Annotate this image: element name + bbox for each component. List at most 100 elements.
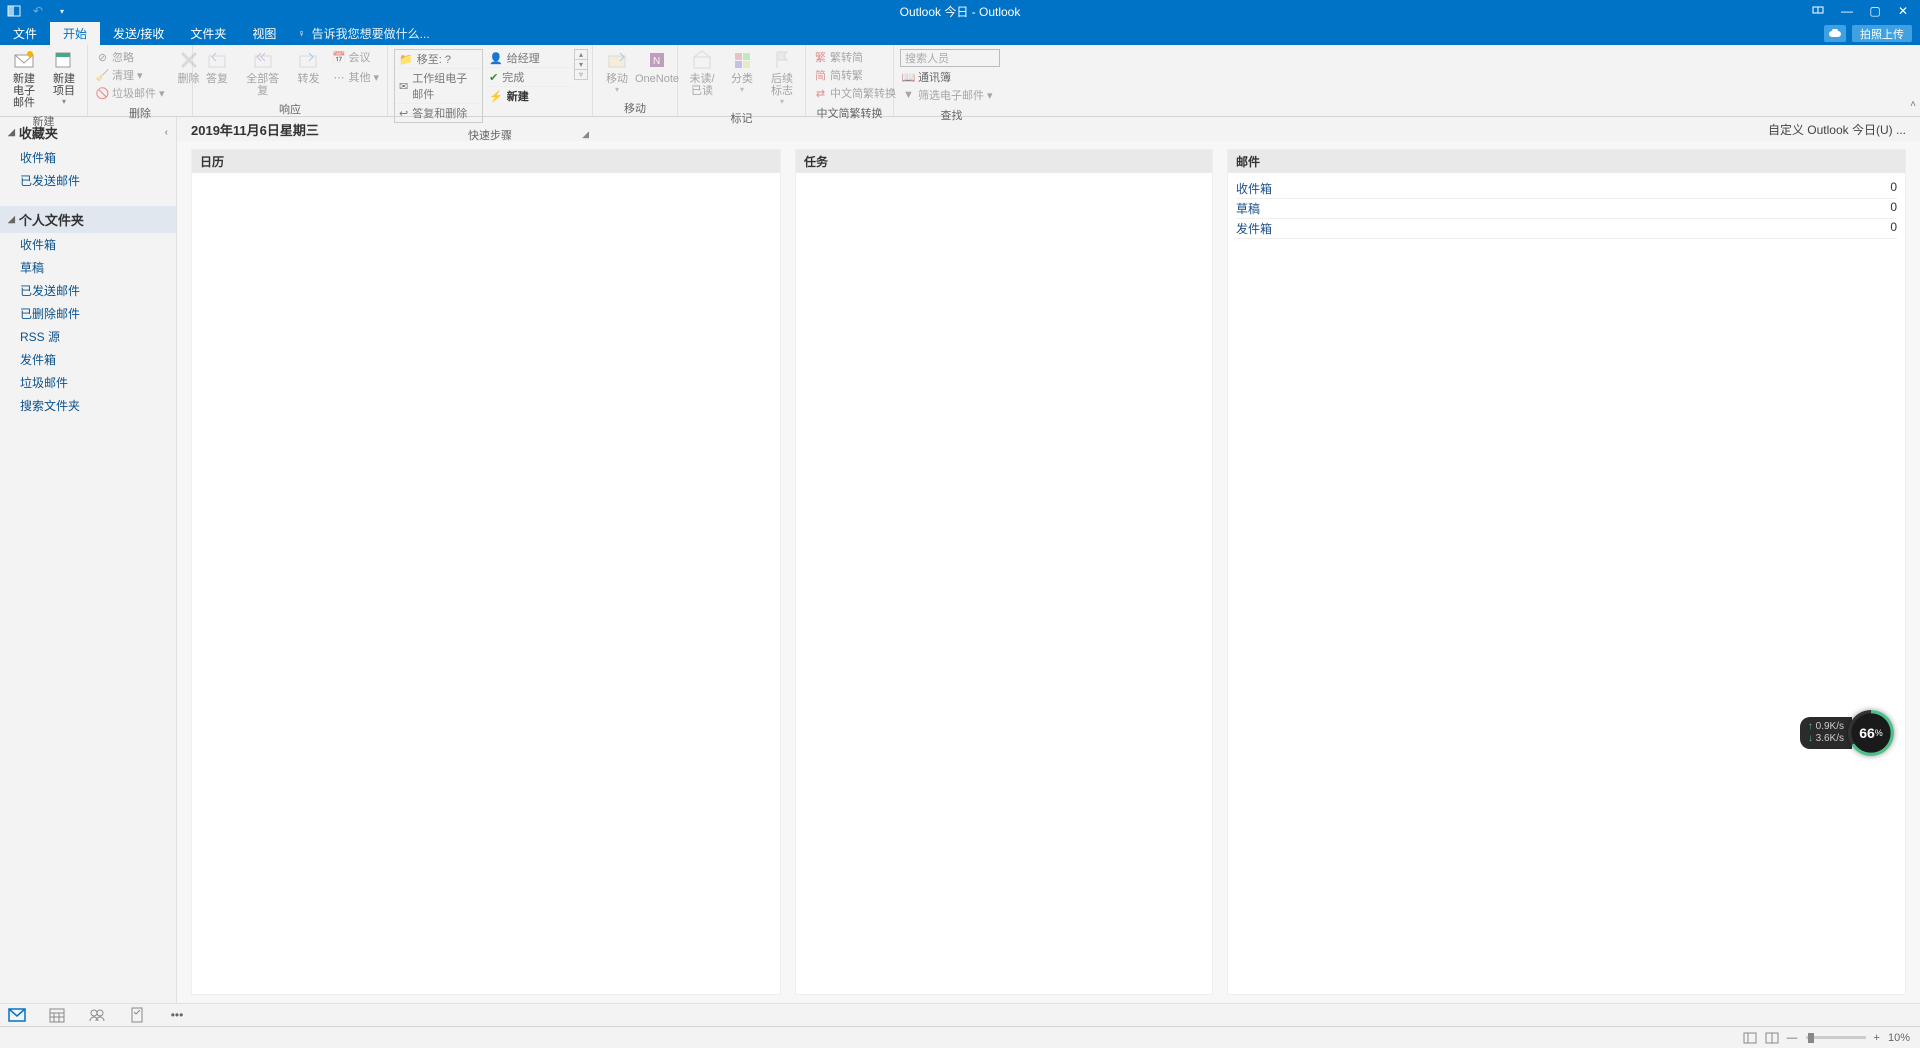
- nav-tasks-icon[interactable]: [128, 1006, 146, 1024]
- person-icon: 👤: [489, 52, 503, 65]
- cloud-button[interactable]: [1824, 25, 1846, 42]
- quickstep-create[interactable]: ⚡新建: [485, 87, 574, 105]
- tell-me-placeholder: 告诉我您想要做什么...: [312, 25, 430, 42]
- mail-row-outbox[interactable]: 发件箱 0: [1236, 219, 1897, 239]
- folder-sent[interactable]: 已发送邮件: [0, 279, 176, 302]
- zoom-in-icon[interactable]: +: [1874, 1032, 1880, 1044]
- tell-me-search[interactable]: ♀ 告诉我您想要做什么...: [297, 22, 429, 45]
- reply-icon: [206, 49, 228, 71]
- folder-inbox[interactable]: 收件箱: [0, 233, 176, 256]
- new-item-button[interactable]: 新建项目 ▾: [44, 47, 84, 108]
- qat-dropdown-icon[interactable]: ▾: [54, 3, 70, 19]
- trad-to-simp-button[interactable]: 繁繁转简: [812, 49, 898, 65]
- group-label-convert: 中文简繁转换: [806, 105, 893, 121]
- folder-rss[interactable]: RSS 源: [0, 325, 176, 348]
- categorize-button[interactable]: 分类▾: [722, 47, 762, 96]
- personal-folders-header[interactable]: ◢ 个人文件夹: [0, 206, 176, 233]
- quickstep-team-mail[interactable]: ✉工作组电子邮件: [395, 69, 482, 104]
- new-mail-button[interactable]: 新建 电子邮件: [4, 47, 44, 111]
- fav-inbox[interactable]: 收件箱: [0, 146, 176, 169]
- nav-more-icon[interactable]: •••: [168, 1006, 186, 1024]
- junk-button[interactable]: 🚫垃圾邮件 ▾: [94, 85, 167, 101]
- battery-ring: 66%: [1848, 710, 1894, 756]
- ribbon-group-new: 新建 电子邮件 新建项目 ▾ 新建: [0, 45, 88, 116]
- category-icon: [731, 49, 753, 71]
- cloud-icon: [1828, 29, 1842, 39]
- simp-to-trad-button[interactable]: 简简转繁: [812, 67, 898, 83]
- zoom-slider[interactable]: [1806, 1036, 1866, 1039]
- calendar-panel: 日历: [191, 149, 781, 995]
- undo-icon[interactable]: ↶: [30, 3, 46, 19]
- upload-button[interactable]: 拍照上传: [1852, 25, 1912, 42]
- zoom-out-icon[interactable]: —: [1787, 1032, 1798, 1044]
- quickstep-move-to[interactable]: 📁移至: ?: [395, 50, 482, 69]
- followup-button[interactable]: 后续标志▾: [762, 47, 802, 108]
- tab-file[interactable]: 文件: [0, 22, 50, 45]
- quicksteps-launcher-icon[interactable]: ◢: [388, 129, 592, 140]
- folder-drafts[interactable]: 草稿: [0, 256, 176, 279]
- reply-all-button[interactable]: 全部答复: [237, 47, 288, 99]
- view-normal-icon[interactable]: [1743, 1032, 1757, 1044]
- system-monitor-overlay[interactable]: 0.9K/s 3.6K/s 66%: [1800, 710, 1894, 756]
- nav-calendar-icon[interactable]: [48, 1006, 66, 1024]
- zoom-level[interactable]: 10%: [1888, 1032, 1910, 1044]
- ribbon-group-respond: 答复 全部答复 转发 📅会议 ⋯其他 ▾ 响应: [193, 45, 388, 116]
- group-label-find: 查找: [894, 107, 1009, 123]
- folder-sidebar: ◢ 收藏夹 ‹ 收件箱 已发送邮件 ◢ 个人文件夹 收件箱 草稿 已发送邮件 已…: [0, 117, 177, 1003]
- s2t-icon: 简: [814, 69, 827, 82]
- folder-junk[interactable]: 垃圾邮件: [0, 371, 176, 394]
- filter-icon: ▼: [902, 89, 915, 102]
- reply-button[interactable]: 答复: [197, 47, 237, 87]
- meeting-button[interactable]: 📅会议: [330, 49, 381, 65]
- quickstep-scroll[interactable]: ▴▾▿: [574, 49, 588, 80]
- address-book-button[interactable]: 📖通讯簿: [900, 69, 1000, 85]
- tab-home[interactable]: 开始: [50, 22, 100, 45]
- ribbon-group-tags: 未读/已读 分类▾ 后续标志▾ 标记: [678, 45, 806, 116]
- caret-down-icon: ◢: [8, 214, 15, 225]
- folder-search[interactable]: 搜索文件夹: [0, 394, 176, 417]
- ignore-button[interactable]: ⊘忽略: [94, 49, 167, 65]
- mail-row-inbox[interactable]: 收件箱 0: [1236, 179, 1897, 199]
- filter-mail-button[interactable]: ▼筛选电子邮件 ▾: [900, 87, 1000, 103]
- forward-button[interactable]: 转发: [288, 47, 328, 87]
- search-people-input[interactable]: 搜索人员: [900, 49, 1000, 67]
- customize-today-link[interactable]: 自定义 Outlook 今日(U) ...: [1768, 121, 1906, 138]
- tab-folder[interactable]: 文件夹: [177, 22, 239, 45]
- mail-header: 邮件: [1228, 150, 1905, 173]
- tab-view[interactable]: 视图: [239, 22, 289, 45]
- ribbon-group-convert: 繁繁转简 简简转繁 ⇄中文简繁转换 中文简繁转换: [806, 45, 894, 116]
- quickstep-reply-delete[interactable]: ↩答复和删除: [395, 104, 482, 122]
- minimize-icon[interactable]: —: [1840, 4, 1854, 18]
- ribbon-options-icon[interactable]: [1812, 4, 1826, 18]
- lightbulb-icon: ♀: [297, 28, 305, 40]
- onenote-button[interactable]: N OneNote: [637, 47, 677, 87]
- tab-send-receive[interactable]: 发送/接收: [100, 22, 177, 45]
- reply-all-icon: [252, 49, 274, 71]
- unread-button[interactable]: 未读/已读: [682, 47, 722, 99]
- today-date: 2019年11月6日星期三: [191, 120, 319, 139]
- outlook-icon: [6, 3, 22, 19]
- flag-icon: [771, 49, 793, 71]
- move-button[interactable]: 移动▾: [597, 47, 637, 96]
- view-reading-icon[interactable]: [1765, 1032, 1779, 1044]
- quickstep-done[interactable]: ✔完成: [485, 68, 574, 87]
- fav-sent[interactable]: 已发送邮件: [0, 169, 176, 192]
- nav-people-icon[interactable]: [88, 1006, 106, 1024]
- mail-row-drafts[interactable]: 草稿 0: [1236, 199, 1897, 219]
- close-icon[interactable]: ✕: [1896, 4, 1910, 18]
- other-respond-button[interactable]: ⋯其他 ▾: [330, 69, 381, 85]
- collapse-ribbon-icon[interactable]: ˄: [1910, 99, 1916, 110]
- quickstep-to-manager[interactable]: 👤给经理: [485, 49, 574, 68]
- convert-both-button[interactable]: ⇄中文简繁转换: [812, 85, 898, 101]
- window-controls: — ▢ ✕: [1812, 4, 1920, 18]
- svg-text:N: N: [653, 56, 660, 67]
- maximize-icon[interactable]: ▢: [1868, 4, 1882, 18]
- clean-button[interactable]: 🧹清理 ▾: [94, 67, 167, 83]
- envelope-icon: [13, 49, 35, 71]
- folder-outbox[interactable]: 发件箱: [0, 348, 176, 371]
- group-label-delete: 删除: [88, 105, 192, 121]
- envelope-open-icon: [691, 49, 713, 71]
- folder-deleted[interactable]: 已删除邮件: [0, 302, 176, 325]
- nav-mail-icon[interactable]: [8, 1006, 26, 1024]
- collapse-pane-icon[interactable]: ‹: [165, 127, 168, 138]
